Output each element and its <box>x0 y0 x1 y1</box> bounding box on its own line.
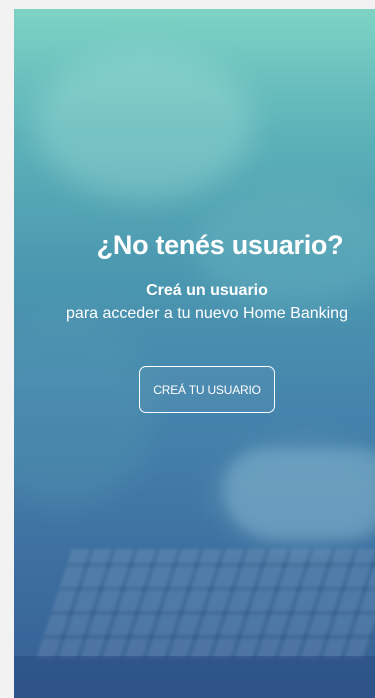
page: ¿No tenés usuario? Creá un usuario para … <box>0 0 375 698</box>
description-text: para acceder a tu nuevo Home Banking <box>66 305 348 322</box>
create-user-button[interactable]: CREÁ TU USUARIO <box>139 366 275 413</box>
subtitle: Creá un usuario <box>146 282 268 299</box>
hero-content: ¿No tenés usuario? Creá un usuario para … <box>0 0 375 698</box>
page-title: ¿No tenés usuario? <box>96 230 344 260</box>
